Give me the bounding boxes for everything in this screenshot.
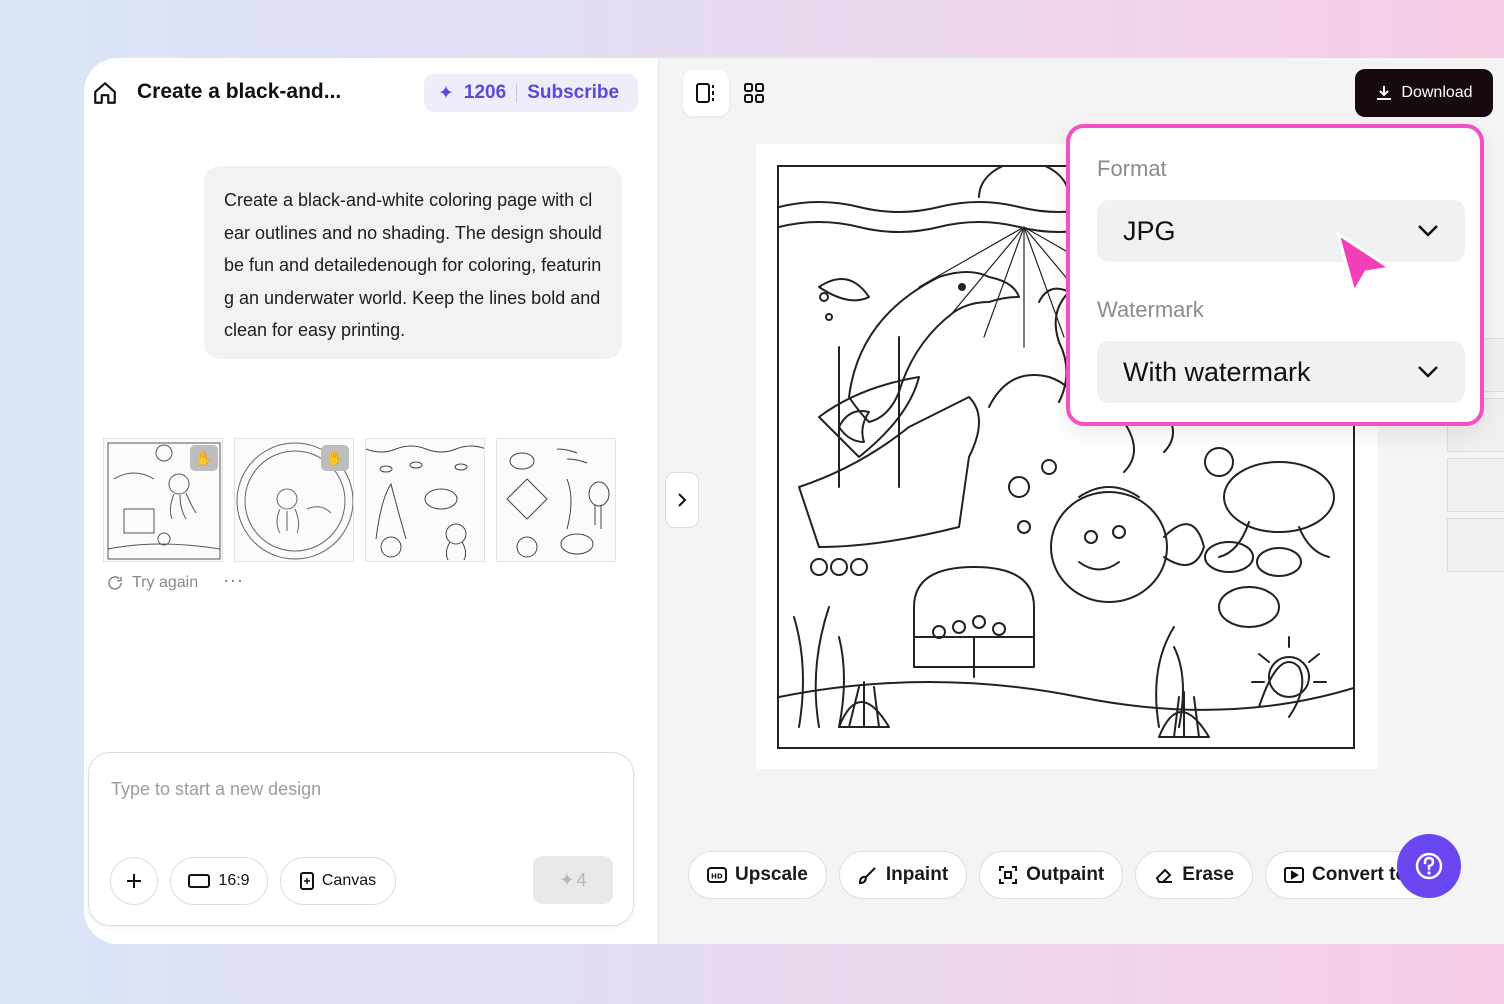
chevron-down-icon xyxy=(1418,225,1438,237)
chevron-down-icon xyxy=(1418,366,1438,378)
prompt-composer: Type to start a new design 16:9 Canvas ✦… xyxy=(88,752,634,926)
download-button[interactable]: Download xyxy=(1355,69,1493,117)
svg-text:HD: HD xyxy=(711,873,723,881)
outpaint-label: Outpaint xyxy=(1026,864,1105,885)
thumbnail-art xyxy=(506,448,610,558)
prompt-message: Create a black-and-white coloring page w… xyxy=(204,166,622,359)
upscale-button[interactable]: HD Upscale xyxy=(688,851,827,899)
panel-icon xyxy=(696,83,714,103)
side-thumbnail[interactable] xyxy=(1447,458,1504,512)
canvas-icon xyxy=(299,872,314,890)
eraser-icon xyxy=(1156,868,1173,883)
download-icon xyxy=(1377,86,1392,100)
edit-toolbar: HD Upscale Inpaint Outpaint Erase Conver… xyxy=(688,851,1442,899)
canvas-button[interactable]: Canvas xyxy=(280,857,396,905)
try-again-button[interactable]: Try again xyxy=(106,574,198,592)
outpaint-button[interactable]: Outpaint xyxy=(979,851,1124,899)
hd-icon: HD xyxy=(707,867,727,883)
page-title: Create a black-and... xyxy=(137,80,342,103)
brush-icon xyxy=(858,867,876,885)
format-label: Format xyxy=(1097,156,1167,181)
result-thumbnail[interactable] xyxy=(365,438,485,562)
grid-view-button[interactable] xyxy=(731,70,777,116)
subscribe-button[interactable]: Subscribe xyxy=(527,82,619,104)
thumbnail-art xyxy=(366,445,484,561)
inpaint-label: Inpaint xyxy=(885,864,949,885)
result-thumbnail[interactable]: ✋ xyxy=(234,438,354,562)
question-icon xyxy=(1415,852,1443,880)
cursor-pointer-icon xyxy=(1336,232,1392,294)
ratio-icon xyxy=(188,874,211,888)
inpaint-button[interactable]: Inpaint xyxy=(838,851,968,899)
aspect-ratio-label: 16:9 xyxy=(218,872,250,889)
upscale-label: Upscale xyxy=(735,864,808,885)
erase-button[interactable]: Erase xyxy=(1135,851,1254,899)
result-thumbnail[interactable] xyxy=(496,438,616,562)
help-button[interactable] xyxy=(1397,834,1461,898)
watermark-badge-icon: ✋ xyxy=(190,445,218,471)
download-options-popover: Format JPG Watermark With watermark xyxy=(1066,124,1484,426)
credits-badge[interactable]: ✦ 1206 Subscribe xyxy=(424,74,638,112)
more-options-icon[interactable]: ··· xyxy=(223,570,244,591)
chat-panel: Create a black-and... ✦ 1206 Subscribe C… xyxy=(84,58,659,944)
sparkle-icon: ✦ xyxy=(438,82,454,104)
side-thumbnail[interactable] xyxy=(1447,518,1504,572)
credits-count: 1206 xyxy=(463,82,507,103)
expand-panel-button[interactable] xyxy=(665,472,699,528)
generate-button[interactable]: ✦ 4 xyxy=(533,856,613,904)
chevron-right-icon xyxy=(678,493,687,507)
video-icon xyxy=(1284,867,1305,883)
add-button[interactable] xyxy=(110,857,158,905)
single-view-button[interactable] xyxy=(683,70,729,116)
canvas-label: Canvas xyxy=(321,872,377,889)
aspect-ratio-button[interactable]: 16:9 xyxy=(170,857,268,905)
erase-label: Erase xyxy=(1182,864,1235,885)
home-icon[interactable] xyxy=(92,80,118,106)
watermark-value: With watermark xyxy=(1123,356,1311,387)
result-thumbnail[interactable]: ✋ xyxy=(103,438,223,562)
divider xyxy=(516,84,518,102)
watermark-label: Watermark xyxy=(1097,297,1204,322)
grid-icon xyxy=(744,83,764,103)
download-label: Download xyxy=(1401,84,1473,101)
generate-cost: 4 xyxy=(576,869,587,890)
plus-icon xyxy=(127,874,141,888)
format-select[interactable]: JPG xyxy=(1097,200,1465,262)
sparkle-icon: ✦ xyxy=(559,869,575,890)
expand-icon xyxy=(999,866,1018,884)
try-again-label: Try again xyxy=(132,574,199,591)
watermark-select[interactable]: With watermark xyxy=(1097,341,1465,403)
watermark-badge-icon: ✋ xyxy=(321,445,349,471)
result-thumbnails: ✋ ✋ xyxy=(103,438,616,562)
refresh-icon xyxy=(108,576,122,590)
format-value: JPG xyxy=(1123,215,1176,246)
prompt-input[interactable]: Type to start a new design xyxy=(111,779,321,800)
